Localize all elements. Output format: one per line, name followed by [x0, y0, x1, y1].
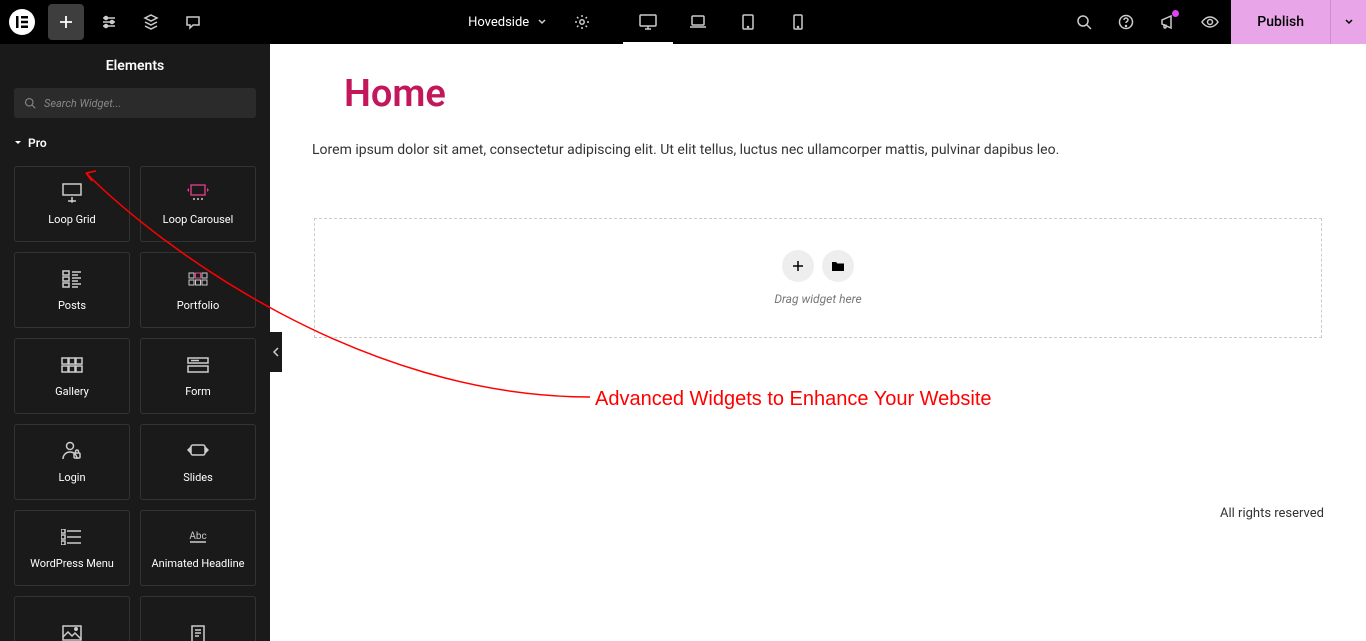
device-group	[623, 0, 823, 44]
publish-more-button[interactable]	[1330, 0, 1366, 44]
widget-wordpress-menu[interactable]: WordPress Menu	[14, 510, 130, 586]
announcements-button[interactable]	[1147, 0, 1189, 44]
widget-login[interactable]: Login	[14, 424, 130, 500]
posts-icon	[62, 269, 82, 289]
sidebar-title: Elements	[0, 44, 270, 88]
help-icon	[1118, 14, 1134, 30]
device-mobile-button[interactable]	[773, 0, 823, 44]
publish-label: Publish	[1257, 14, 1304, 30]
widget-label: Form	[185, 385, 211, 398]
widget-loop-carousel[interactable]: Loop Carousel	[140, 166, 256, 242]
chevron-down-icon	[1344, 17, 1354, 27]
mobile-icon	[793, 14, 803, 30]
desktop-icon	[639, 14, 657, 30]
form-icon	[187, 355, 209, 375]
plus-icon	[792, 260, 804, 272]
top-bar: Hovedside	[0, 0, 1366, 44]
widget-animated-headline[interactable]: Abc Animated Headline	[140, 510, 256, 586]
top-center-group: Hovedside	[214, 0, 1063, 44]
layers-icon	[143, 14, 159, 30]
widget-posts[interactable]: Posts	[14, 252, 130, 328]
search-widget-input[interactable]	[44, 97, 246, 110]
slides-icon	[187, 441, 209, 461]
category-pro[interactable]: Pro	[0, 130, 270, 156]
tablet-icon	[742, 14, 754, 30]
widget-label: Posts	[58, 299, 86, 312]
animated-headline-icon: Abc	[186, 527, 210, 547]
widget-label: Loop Carousel	[163, 213, 234, 226]
megaphone-icon	[1160, 14, 1176, 30]
page-description[interactable]: Lorem ipsum dolor sit amet, consectetur …	[312, 142, 1324, 158]
widget-label: WordPress Menu	[30, 557, 114, 570]
menu-icon	[61, 527, 83, 547]
page-dropdown[interactable]: Hovedside	[454, 0, 561, 44]
device-desktop-button[interactable]	[623, 0, 673, 44]
widget-loop-grid[interactable]: Loop Grid	[14, 166, 130, 242]
help-button[interactable]	[1105, 0, 1147, 44]
folder-icon	[831, 260, 845, 272]
drop-add-button[interactable]	[782, 250, 814, 282]
publish-button[interactable]: Publish	[1231, 0, 1330, 44]
svg-text:Abc: Abc	[189, 531, 206, 542]
widget-label: Gallery	[55, 385, 89, 398]
canvas: Home Lorem ipsum dolor sit amet, consect…	[270, 44, 1366, 641]
widget-form[interactable]: Form	[140, 338, 256, 414]
preview-button[interactable]	[1189, 0, 1231, 44]
add-widget-button[interactable]	[48, 4, 84, 40]
search-icon	[1076, 14, 1092, 30]
gear-icon	[574, 14, 590, 30]
site-settings-button[interactable]	[561, 0, 603, 44]
widget-placeholder-1[interactable]	[14, 596, 130, 641]
widget-icon	[62, 624, 82, 641]
widget-label: Loop Grid	[48, 213, 95, 226]
page-dropdown-label: Hovedside	[468, 15, 529, 30]
sidebar-collapse-tab[interactable]	[270, 332, 282, 372]
top-left-group	[0, 0, 214, 44]
caret-down-icon	[14, 139, 22, 147]
widget-label: Portfolio	[177, 299, 219, 312]
settings-button[interactable]	[88, 0, 130, 44]
device-tablet-button[interactable]	[723, 0, 773, 44]
widget-slides[interactable]: Slides	[140, 424, 256, 500]
footer-text: All rights reserved	[1220, 506, 1324, 521]
annotation-text: Advanced Widgets to Enhance Your Website	[595, 388, 992, 411]
widget-label: Login	[58, 471, 85, 484]
page-title[interactable]: Home	[344, 72, 1324, 116]
widgets-grid: Loop Grid Loop Carousel Posts Portfolio …	[0, 156, 270, 641]
eye-icon	[1201, 15, 1219, 29]
drop-zone[interactable]: Drag widget here	[314, 218, 1322, 338]
laptop-icon	[689, 15, 707, 29]
device-laptop-button[interactable]	[673, 0, 723, 44]
drop-folder-button[interactable]	[822, 250, 854, 282]
portfolio-icon	[188, 269, 208, 289]
widget-gallery[interactable]: Gallery	[14, 338, 130, 414]
sidebar: Elements Pro Loop Grid Loop Carousel Pos…	[0, 44, 270, 641]
structure-button[interactable]	[130, 0, 172, 44]
category-label: Pro	[28, 136, 47, 150]
widget-placeholder-2[interactable]	[140, 596, 256, 641]
search-icon	[24, 97, 36, 109]
drop-text: Drag widget here	[774, 292, 861, 306]
widget-portfolio[interactable]: Portfolio	[140, 252, 256, 328]
comments-button[interactable]	[172, 0, 214, 44]
widget-icon	[189, 624, 207, 641]
chevron-left-icon	[272, 347, 280, 357]
gallery-icon	[61, 355, 83, 375]
loop-grid-icon	[60, 183, 84, 203]
search-widget-box[interactable]	[14, 88, 256, 118]
top-right-group: Publish	[1063, 0, 1366, 44]
elementor-logo-icon	[9, 9, 35, 35]
plus-icon	[58, 14, 74, 30]
chevron-down-icon	[537, 17, 547, 27]
comment-icon	[185, 14, 201, 30]
search-button[interactable]	[1063, 0, 1105, 44]
loop-carousel-icon	[185, 183, 211, 203]
login-icon	[62, 441, 82, 461]
sliders-icon	[101, 14, 117, 30]
widget-label: Slides	[183, 471, 213, 484]
elementor-logo-button[interactable]	[0, 0, 44, 44]
widget-label: Animated Headline	[151, 557, 244, 570]
